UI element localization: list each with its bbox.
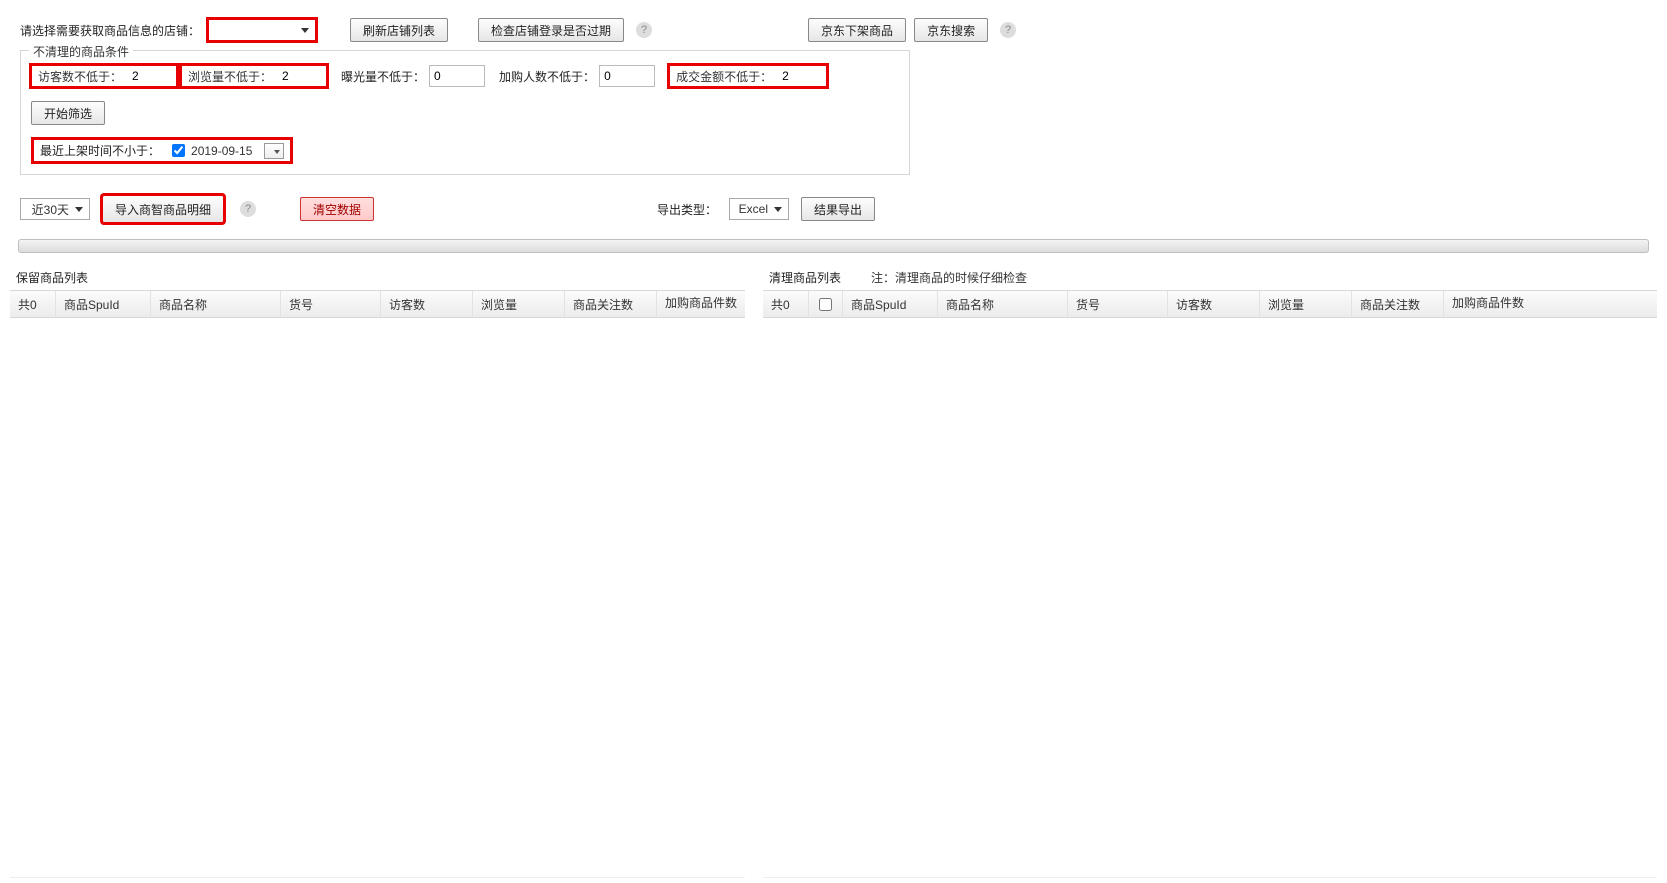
col-count: 共0 bbox=[10, 291, 56, 317]
pv-label: 浏览量不低于： bbox=[182, 68, 278, 85]
help-icon[interactable]: ? bbox=[240, 201, 256, 217]
col-addcart[interactable]: 加购商品件数 bbox=[1444, 291, 1657, 317]
deal-label: 成交金额不低于： bbox=[670, 68, 778, 85]
pv-input[interactable] bbox=[278, 66, 326, 86]
import-detail-button[interactable]: 导入商智商品明细 bbox=[102, 195, 224, 223]
mid-bar: 近30天 导入商智商品明细 ? 清空数据 导出类型： Excel 结果导出 bbox=[0, 185, 1667, 233]
date-filter-block: 最近上架时间不小于： 2019-09-15 bbox=[31, 137, 293, 164]
col-pv[interactable]: 浏览量 bbox=[473, 291, 565, 317]
filter-legend: 不清理的商品条件 bbox=[29, 43, 133, 60]
export-result-button[interactable]: 结果导出 bbox=[801, 197, 875, 221]
col-name[interactable]: 商品名称 bbox=[938, 291, 1068, 317]
expose-input[interactable] bbox=[430, 66, 484, 86]
clean-list-title: 清理商品列表 bbox=[769, 269, 841, 286]
date-enable-checkbox[interactable] bbox=[172, 144, 185, 157]
clean-list-header: 共0 商品SpuId 商品名称 货号 访客数 浏览量 商品关注数 加购商品件数 bbox=[763, 290, 1657, 318]
export-type-value: Excel bbox=[739, 202, 768, 216]
jd-search-button[interactable]: 京东搜索 bbox=[914, 18, 988, 42]
col-visitor[interactable]: 访客数 bbox=[381, 291, 473, 317]
jd-offshelf-button[interactable]: 京东下架商品 bbox=[808, 18, 906, 42]
col-count: 共0 bbox=[763, 291, 809, 317]
expose-filter[interactable] bbox=[429, 65, 485, 87]
refresh-shops-button[interactable]: 刷新店铺列表 bbox=[350, 18, 448, 42]
keep-list-body bbox=[10, 318, 745, 878]
filter-row-1: 访客数不低于： 浏览量不低于： 曝光量不低于： 加购人数不低于： 成交金额不低于… bbox=[31, 65, 899, 125]
date-value: 2019-09-15 bbox=[191, 144, 252, 158]
export-type-dropdown[interactable]: Excel bbox=[729, 198, 789, 220]
help-icon[interactable]: ? bbox=[1000, 22, 1016, 38]
keep-list-title: 保留商品列表 bbox=[16, 269, 88, 286]
col-follow[interactable]: 商品关注数 bbox=[1352, 291, 1444, 317]
shop-dropdown[interactable] bbox=[208, 19, 316, 41]
col-spu[interactable]: 商品SpuId bbox=[56, 291, 151, 317]
col-spu[interactable]: 商品SpuId bbox=[843, 291, 938, 317]
date-label: 最近上架时间不小于： bbox=[40, 142, 160, 159]
filter-fieldset: 不清理的商品条件 访客数不低于： 浏览量不低于： 曝光量不低于： 加购人数不低于… bbox=[20, 50, 910, 175]
lists-area: 保留商品列表 共0 商品SpuId 商品名称 货号 访客数 浏览量 商品关注数 … bbox=[0, 265, 1667, 878]
expose-label: 曝光量不低于： bbox=[341, 68, 425, 85]
clear-data-button[interactable]: 清空数据 bbox=[300, 197, 374, 221]
chevron-down-icon bbox=[774, 207, 782, 212]
calendar-icon[interactable] bbox=[264, 143, 284, 159]
visitor-label: 访客数不低于： bbox=[32, 68, 128, 85]
col-name[interactable]: 商品名称 bbox=[151, 291, 281, 317]
select-all-checkbox[interactable] bbox=[819, 298, 832, 311]
col-checkbox[interactable] bbox=[809, 291, 843, 317]
keep-list-panel: 保留商品列表 共0 商品SpuId 商品名称 货号 访客数 浏览量 商品关注数 … bbox=[10, 265, 745, 878]
range-value: 近30天 bbox=[32, 201, 69, 218]
visitor-input[interactable] bbox=[128, 66, 176, 86]
top-bar: 请选择需要获取商品信息的店铺： 刷新店铺列表 检查店铺登录是否过期 ? 京东下架… bbox=[0, 0, 1667, 50]
col-addcart[interactable]: 加购商品件数 bbox=[657, 291, 745, 317]
col-code[interactable]: 货号 bbox=[1068, 291, 1168, 317]
help-icon[interactable]: ? bbox=[636, 22, 652, 38]
clean-list-panel: 清理商品列表 注：清理商品的时候仔细检查 共0 商品SpuId 商品名称 货号 … bbox=[763, 265, 1657, 878]
keep-list-header: 共0 商品SpuId 商品名称 货号 访客数 浏览量 商品关注数 加购商品件数 bbox=[10, 290, 745, 318]
clean-list-note: 注：清理商品的时候仔细检查 bbox=[871, 269, 1027, 286]
clean-list-body bbox=[763, 318, 1657, 878]
col-follow[interactable]: 商品关注数 bbox=[565, 291, 657, 317]
visitor-filter[interactable]: 访客数不低于： bbox=[31, 65, 177, 87]
range-dropdown[interactable]: 近30天 bbox=[20, 198, 90, 220]
chevron-down-icon bbox=[75, 207, 83, 212]
check-login-button[interactable]: 检查店铺登录是否过期 bbox=[478, 18, 624, 42]
col-pv[interactable]: 浏览量 bbox=[1260, 291, 1352, 317]
deal-filter[interactable]: 成交金额不低于： bbox=[669, 65, 827, 87]
addcart-filter[interactable] bbox=[599, 65, 655, 87]
addcart-label: 加购人数不低于： bbox=[499, 68, 595, 85]
col-code[interactable]: 货号 bbox=[281, 291, 381, 317]
select-shop-label: 请选择需要获取商品信息的店铺： bbox=[20, 22, 200, 39]
deal-input[interactable] bbox=[778, 66, 826, 86]
col-visitor[interactable]: 访客数 bbox=[1168, 291, 1260, 317]
export-type-label: 导出类型： bbox=[657, 201, 717, 218]
addcart-input[interactable] bbox=[600, 66, 654, 86]
start-filter-button[interactable]: 开始筛选 bbox=[31, 101, 105, 125]
pv-filter[interactable]: 浏览量不低于： bbox=[181, 65, 327, 87]
chevron-down-icon bbox=[301, 28, 309, 33]
separator-bar bbox=[18, 239, 1649, 253]
filter-row-2: 最近上架时间不小于： 2019-09-15 bbox=[31, 137, 899, 164]
